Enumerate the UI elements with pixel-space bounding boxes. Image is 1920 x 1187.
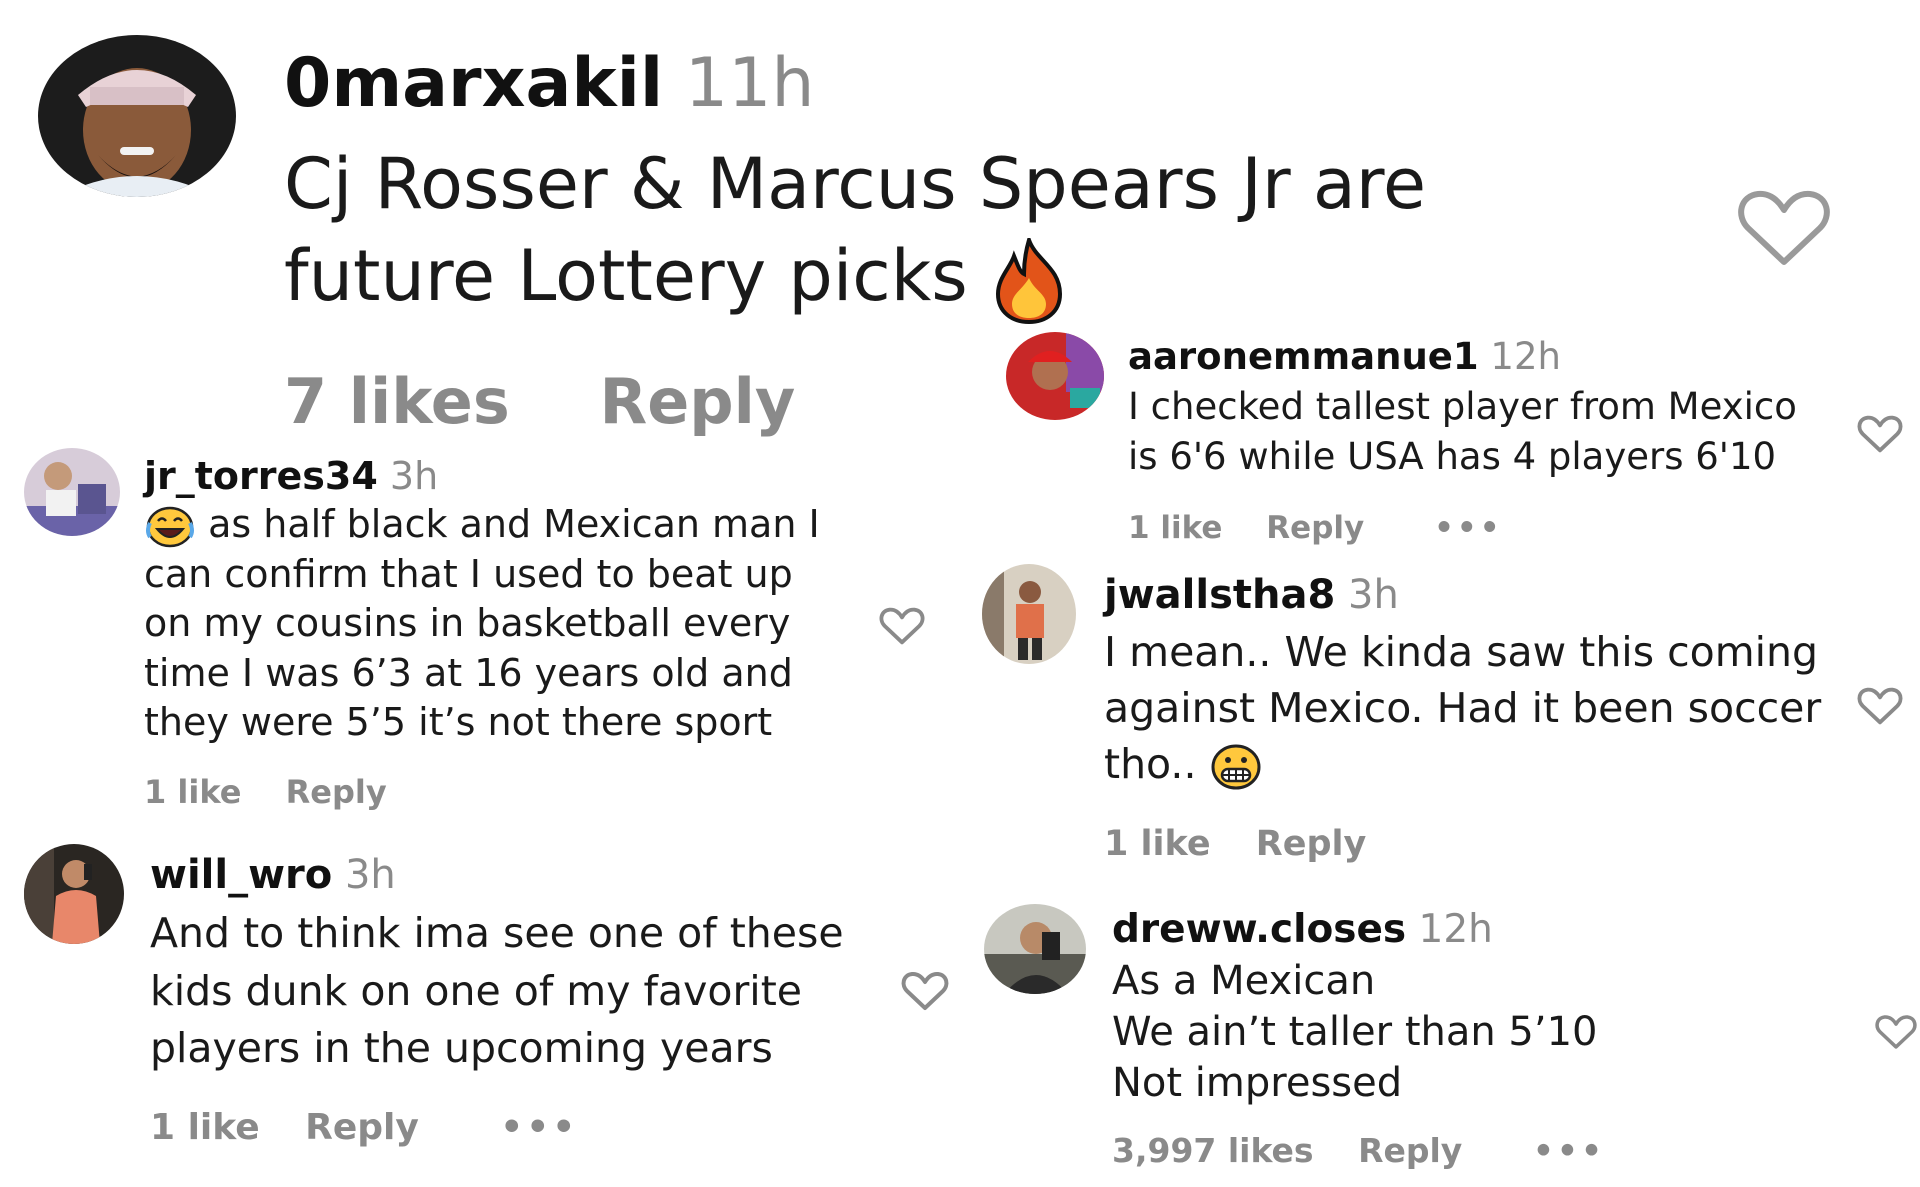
comment-text: And to think ima see one of these kids d… xyxy=(150,905,844,1078)
laughing-tears-emoji xyxy=(144,505,196,549)
avatar[interactable] xyxy=(24,448,120,536)
grimacing-emoji xyxy=(1210,743,1262,791)
likes-count[interactable]: 1 like xyxy=(1104,824,1211,864)
reply-button[interactable]: Reply xyxy=(1266,510,1364,546)
avatar[interactable] xyxy=(984,904,1086,994)
comment-text-line: tho.. xyxy=(1104,740,1197,788)
comment-text-line: can confirm that I used to beat up xyxy=(144,551,793,596)
comment-username[interactable]: jwallstha8 xyxy=(1104,572,1335,618)
comment-text: As a Mexican We ain’t taller than 5’10 N… xyxy=(1112,956,1598,1109)
comment-timestamp: 12h xyxy=(1418,907,1493,952)
comment-username[interactable]: dreww.closes xyxy=(1112,907,1406,952)
heart-outline-icon xyxy=(1874,1012,1918,1052)
likes-count[interactable]: 1 like xyxy=(144,773,241,811)
reply-button[interactable]: Reply xyxy=(1358,1131,1462,1170)
like-button[interactable] xyxy=(1856,414,1904,454)
comment-text-line: As a Mexican xyxy=(1112,958,1376,1004)
comment-text: as half black and Mexican man I can conf… xyxy=(144,500,820,748)
fire-emoji xyxy=(990,237,1068,324)
likes-count[interactable]: 1 like xyxy=(150,1107,260,1148)
reply-button[interactable]: Reply xyxy=(286,773,387,811)
avatar[interactable] xyxy=(38,35,236,197)
heart-outline-icon xyxy=(1856,686,1904,726)
like-button[interactable] xyxy=(1874,1012,1918,1052)
comment-username[interactable]: jr_torres34 xyxy=(144,454,378,498)
comment-timestamp: 3h xyxy=(1348,572,1399,618)
comment-text: Cj Rosser & Marcus Spears Jr are future … xyxy=(284,138,1426,324)
comment-timestamp: 11h xyxy=(684,44,815,123)
comment-text: I checked tallest player from Mexico is … xyxy=(1128,382,1797,482)
reply-button[interactable]: Reply xyxy=(599,365,795,438)
comment-timestamp: 3h xyxy=(389,454,439,498)
reply-button[interactable]: Reply xyxy=(305,1107,419,1148)
comment-text-line: players in the upcoming years xyxy=(150,1024,773,1072)
more-options-icon[interactable]: ••• xyxy=(500,1107,578,1148)
comment-text-line: on my cousins in basketball every xyxy=(144,601,791,645)
comment-username[interactable]: aaronemmanue1 xyxy=(1128,335,1479,378)
like-button[interactable] xyxy=(878,606,926,646)
comment-text-line: against Mexico. Had it been soccer xyxy=(1104,684,1822,732)
avatar[interactable] xyxy=(1006,332,1104,420)
like-button[interactable] xyxy=(900,970,950,1012)
comment-text-line: is 6'6 while USA has 4 players 6'10 xyxy=(1128,435,1777,478)
comment-timestamp: 3h xyxy=(344,852,396,898)
comment-username[interactable]: 0marxakil xyxy=(284,44,663,123)
comment-text-line: I checked tallest player from Mexico xyxy=(1128,385,1797,428)
avatar[interactable] xyxy=(982,564,1076,664)
comment-text-line: they were 5’5 it’s not there sport xyxy=(144,700,773,744)
heart-outline-icon xyxy=(1856,414,1904,454)
comment-text-line: future Lottery picks xyxy=(284,235,968,317)
likes-count[interactable]: 7 likes xyxy=(284,365,510,438)
comment-text-line: time I was 6’3 at 16 years old and xyxy=(144,650,793,695)
heart-outline-icon xyxy=(1734,188,1834,268)
heart-outline-icon xyxy=(878,606,926,646)
like-button[interactable] xyxy=(1734,188,1834,268)
reply-button[interactable]: Reply xyxy=(1256,824,1367,864)
comment-text-line: kids dunk on one of my favorite xyxy=(150,966,802,1015)
comment-text-line: And to think ima see one of these xyxy=(150,909,844,957)
comment-text: I mean.. We kinda saw this coming agains… xyxy=(1104,624,1821,792)
comment-text-line: Not impressed xyxy=(1112,1060,1403,1106)
likes-count[interactable]: 1 like xyxy=(1128,510,1222,546)
comment-username[interactable]: will_wro xyxy=(150,852,332,898)
comment-text-line: as half black and Mexican man I xyxy=(208,502,820,546)
avatar[interactable] xyxy=(24,844,124,944)
comment-text-line: I mean.. We kinda saw this coming xyxy=(1104,628,1819,676)
like-button[interactable] xyxy=(1856,686,1904,726)
more-options-icon[interactable]: ••• xyxy=(1434,510,1502,546)
heart-outline-icon xyxy=(900,970,950,1012)
more-options-icon[interactable]: ••• xyxy=(1533,1131,1605,1170)
likes-count[interactable]: 3,997 likes xyxy=(1112,1131,1314,1170)
comment-timestamp: 12h xyxy=(1490,335,1561,378)
comment-text-line: We ain’t taller than 5’10 xyxy=(1112,1009,1598,1055)
comment-text-line: Cj Rosser & Marcus Spears Jr are xyxy=(284,143,1427,225)
